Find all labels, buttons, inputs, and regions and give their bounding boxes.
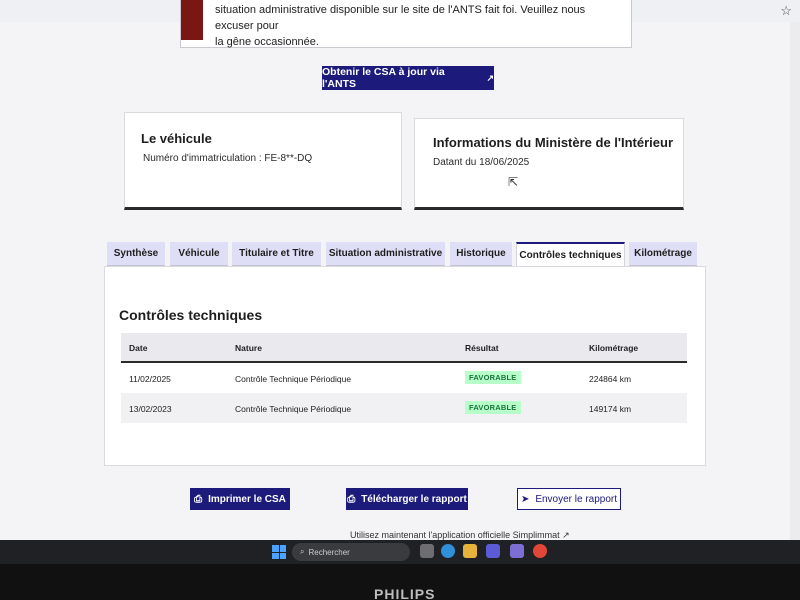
tab-titulaire[interactable]: Titulaire et Titre	[232, 242, 321, 266]
taskbar-search-placeholder: Rechercher	[308, 547, 350, 557]
header-kilometrage: Kilométrage	[589, 343, 639, 353]
teams-icon[interactable]	[510, 544, 524, 558]
tab-controles-techniques[interactable]: Contrôles techniques	[516, 242, 625, 267]
windows-start-icon[interactable]	[272, 545, 286, 559]
download-report-label: Télécharger le rapport	[361, 493, 467, 505]
file-explorer-icon[interactable]	[463, 544, 477, 558]
printer-icon: ⎙	[194, 493, 203, 505]
alert-text-line1: situation administrative disponible sur …	[215, 4, 586, 32]
send-icon: ➤	[520, 493, 530, 505]
taskbar-search[interactable]: ⌕ Rechercher	[292, 543, 410, 561]
registration-number: Numéro d'immatriculation : FE-8**-DQ	[143, 153, 313, 164]
tab-kilometrage[interactable]: Kilométrage	[629, 242, 697, 266]
cell-nature: Contrôle Technique Périodique	[235, 374, 352, 384]
monitor-brand-logo: PHILIPS	[374, 586, 436, 600]
send-report-label: Envoyer le rapport	[535, 493, 618, 505]
get-csa-label: Obtenir le CSA à jour via l'ANTS	[322, 66, 445, 90]
tab-historique[interactable]: Historique	[450, 242, 512, 266]
external-link-icon: ↗	[486, 72, 494, 83]
result-badge: FAVORABLE	[465, 371, 521, 384]
alert-color-bar	[181, 0, 203, 40]
bookmark-star-icon[interactable]: ☆	[780, 3, 792, 19]
store-icon[interactable]	[486, 544, 500, 558]
tab-vehicule[interactable]: Véhicule	[170, 242, 228, 266]
cell-date: 13/02/2023	[129, 404, 172, 414]
header-nature: Nature	[235, 343, 262, 353]
download-report-button[interactable]: ⎙ Télécharger le rapport	[346, 488, 468, 510]
print-csa-label: Imprimer le CSA	[208, 493, 286, 505]
external-link-icon: ↗	[562, 530, 570, 540]
mouse-cursor-icon: ⇱	[508, 175, 519, 189]
header-date: Date	[129, 343, 148, 353]
cell-kilometrage: 149174 km	[589, 404, 632, 414]
send-report-button[interactable]: ➤ Envoyer le rapport	[517, 488, 621, 510]
search-icon: ⌕	[300, 547, 305, 556]
cell-kilometrage: 224864 km	[589, 374, 632, 384]
cell-nature: Contrôle Technique Périodique	[235, 404, 352, 414]
print-csa-button[interactable]: ⎙ Imprimer le CSA	[190, 488, 290, 510]
tab-synthese[interactable]: Synthèse	[107, 242, 165, 266]
alert-text-line2: la gêne occasionnée.	[215, 36, 319, 48]
printer-icon: ⎙	[347, 493, 356, 505]
vehicle-card: Le véhicule Numéro d'immatriculation : F…	[124, 112, 402, 210]
vehicle-card-title: Le véhicule	[141, 131, 212, 146]
get-csa-button[interactable]: Obtenir le CSA à jour via l'ANTS ↗	[322, 66, 494, 90]
controles-panel: Contrôles techniques Date Nature Résulta…	[104, 266, 706, 466]
alert-notice: situation administrative disponible sur …	[180, 0, 632, 48]
table-row: 13/02/2023 Contrôle Technique Périodique…	[121, 393, 687, 423]
table-row: 11/02/2025 Contrôle Technique Périodique…	[121, 363, 687, 393]
windows-taskbar: ⌕ Rechercher	[0, 540, 800, 564]
simplimmat-text: Utilisez maintenant l'application offici…	[350, 530, 560, 540]
result-badge: FAVORABLE	[465, 401, 521, 414]
tab-situation-administrative[interactable]: Situation administrative	[326, 242, 445, 266]
controles-table: Date Nature Résultat Kilométrage 11/02/2…	[121, 333, 687, 423]
controles-title: Contrôles techniques	[119, 307, 263, 323]
page-scrollbar[interactable]	[790, 22, 800, 546]
ministry-data-date: Datant du 18/06/2025	[433, 157, 530, 168]
chrome-icon[interactable]	[533, 544, 547, 558]
header-resultat: Résultat	[465, 343, 499, 353]
task-view-icon[interactable]	[420, 544, 434, 558]
edge-icon[interactable]	[441, 544, 455, 558]
ministry-card: Informations du Ministère de l'Intérieur…	[414, 118, 684, 210]
cell-date: 11/02/2025	[129, 374, 171, 384]
table-header: Date Nature Résultat Kilométrage	[121, 333, 687, 363]
ministry-card-title: Informations du Ministère de l'Intérieur	[433, 135, 674, 150]
browser-viewport: ☆ situation administrative disponible su…	[0, 0, 800, 546]
